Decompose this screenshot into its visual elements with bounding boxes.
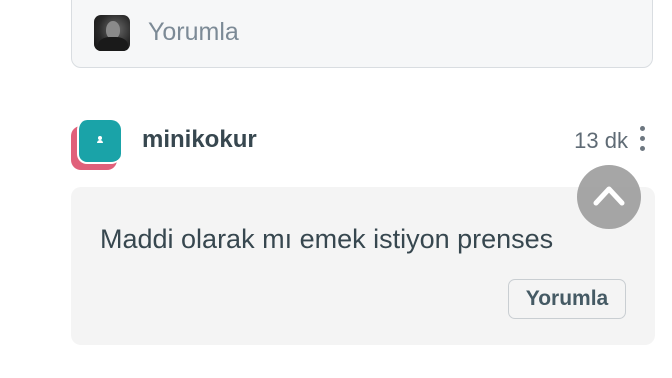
current-user-avatar (94, 15, 130, 51)
more-vertical-icon (640, 126, 645, 131)
comment-timestamp: 13 dk (574, 128, 628, 153)
page: Yorumla minikokur 13 dk Maddi olarak mı … (0, 0, 672, 378)
commenter-username[interactable]: minikokur (142, 126, 257, 154)
scroll-to-top-button[interactable] (577, 165, 641, 229)
user-icon (97, 136, 103, 144)
more-options-button[interactable] (636, 126, 650, 154)
chevron-up-icon (593, 186, 625, 206)
comment-bubble: Maddi olarak mı emek istiyon prenses Yor… (71, 187, 655, 345)
comment-input-placeholder[interactable]: Yorumla (148, 18, 239, 47)
comment-text: Maddi olarak mı emek istiyon prenses (100, 224, 554, 254)
commenter-avatar[interactable] (71, 120, 123, 172)
comment-input-box[interactable]: Yorumla (71, 0, 653, 68)
reply-button[interactable]: Yorumla (508, 279, 626, 319)
